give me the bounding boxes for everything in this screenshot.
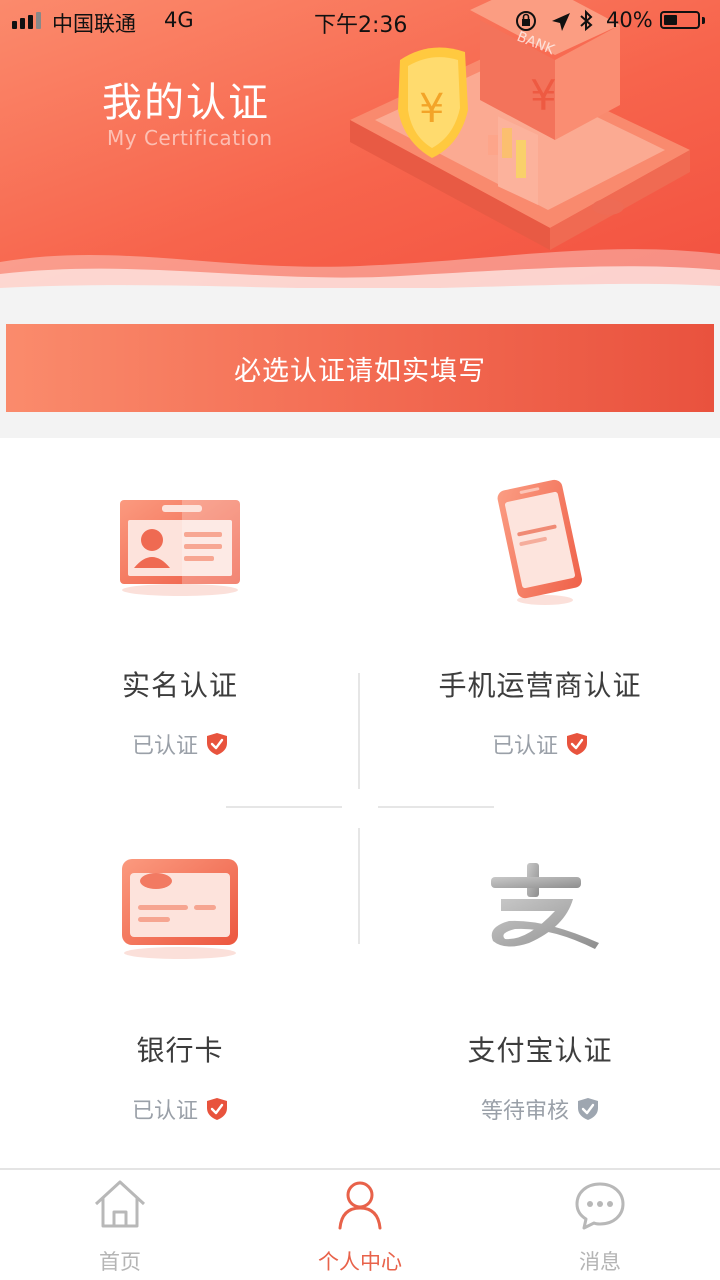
tab-label: 首页: [99, 1250, 141, 1274]
location-arrow-icon: [552, 13, 570, 31]
grid-divider-horizontal-left: [226, 806, 342, 808]
alipay-icon: [360, 855, 720, 955]
tab-messages[interactable]: 消息: [480, 1170, 720, 1280]
status-text: 已认证: [131, 734, 198, 759]
certification-status: 已认证: [0, 1093, 360, 1125]
home-icon: [0, 1178, 240, 1232]
status-text: 已认证: [131, 1099, 198, 1124]
certification-item-alipay[interactable]: 支付宝认证 等待审核: [360, 803, 720, 1168]
battery-percent: 40%: [606, 8, 653, 32]
status-bar: 中国联通 4G 下午2:36 40%: [0, 0, 720, 40]
certification-title: 实名认证: [121, 669, 238, 702]
certification-status: 等待审核: [360, 1093, 720, 1125]
bottom-tab-bar: 首页 个人中心 消息: [0, 1168, 720, 1280]
certification-title: 银行卡: [136, 1034, 224, 1067]
verified-shield-icon: [207, 733, 227, 755]
tab-label: 个人中心: [318, 1250, 402, 1274]
tab-personal-center[interactable]: 个人中心: [240, 1170, 480, 1280]
id-card-icon: [0, 490, 360, 600]
notice-banner: 必选认证请如实填写: [6, 324, 714, 412]
signal-strength-icon: [12, 12, 41, 29]
hero-banner: BANK ¥ ¥ 我的认证 My Certification: [0, 0, 720, 300]
certification-title: 手机运营商认证: [438, 669, 642, 702]
shield-yen-symbol: ¥: [419, 86, 444, 132]
network-type: 4G: [164, 8, 194, 32]
grid-divider-vertical-bottom: [358, 828, 360, 944]
pending-shield-icon: [578, 1098, 598, 1120]
bank-card-icon: [0, 853, 360, 963]
message-icon: [480, 1178, 720, 1232]
building-yen-symbol: ¥: [530, 71, 557, 120]
certification-item-bank-card[interactable]: 银行卡 已认证: [0, 803, 360, 1168]
carrier-name: 中国联通: [52, 12, 136, 36]
page-title: 我的认证: [102, 80, 270, 126]
status-time: 下午2:36: [314, 13, 408, 38]
verified-shield-icon: [207, 1098, 227, 1120]
notice-section: 必选认证请如实填写: [0, 288, 720, 438]
status-text: 等待审核: [480, 1099, 569, 1124]
mobile-phone-icon: [360, 478, 720, 608]
bluetooth-icon: [580, 9, 593, 32]
certification-title: 支付宝认证: [467, 1034, 613, 1067]
verified-shield-icon: [567, 733, 587, 755]
certification-status: 已认证: [360, 728, 720, 760]
certification-grid: 实名认证 已认证 手机运营商认证 已认证 银行卡 已认证 支付宝认证 等待审核: [0, 438, 720, 1168]
grid-divider-vertical-top: [358, 673, 360, 789]
certification-item-real-name[interactable]: 实名认证 已认证: [0, 438, 360, 803]
certification-status: 已认证: [0, 728, 360, 760]
page-subtitle: My Certification: [107, 126, 273, 150]
orientation-lock-icon: [516, 11, 536, 31]
user-icon: [240, 1178, 480, 1232]
tab-label: 消息: [579, 1250, 621, 1274]
tab-home[interactable]: 首页: [0, 1170, 240, 1280]
certification-item-mobile-carrier[interactable]: 手机运营商认证 已认证: [360, 438, 720, 803]
battery-icon: [660, 11, 700, 29]
status-text: 已认证: [491, 734, 558, 759]
grid-divider-horizontal-right: [378, 806, 494, 808]
